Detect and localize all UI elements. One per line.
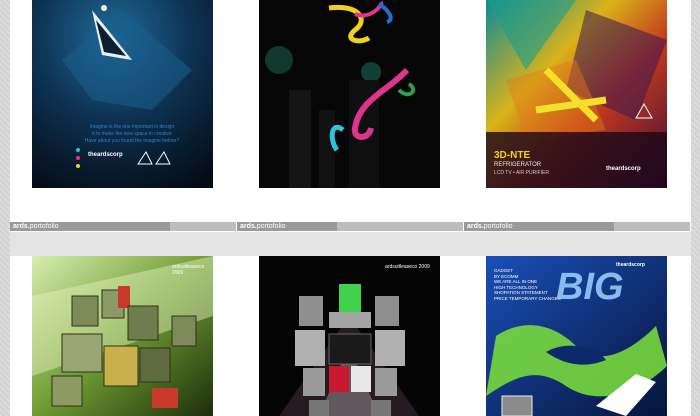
row-divider: [10, 232, 691, 256]
footer-brand: ards.: [240, 223, 257, 230]
portfolio-sheet: Imagine is the one important in design i…: [10, 0, 691, 416]
portfolio-footer: ards.portofolio: [464, 222, 690, 231]
poster-gadgets-robot-caption: ardsuitleaseco 2009: [385, 264, 430, 270]
poster-3dnte-subline: LCD TV • AIR PURIFIER: [494, 170, 550, 176]
footer-section: portofolio: [483, 223, 513, 230]
poster-big-headline: BIG: [556, 266, 624, 308]
poster-prism[interactable]: Imagine is the one important in design i…: [32, 0, 213, 188]
poster-gadgets-green[interactable]: ardsuitleaseco 2009: [32, 256, 213, 416]
portfolio-page: Imagine is the one important in design i…: [0, 0, 700, 416]
poster-big-logo: theardscorp: [616, 262, 645, 268]
footer-brand: ards.: [13, 223, 30, 230]
poster-3dnte-product: REFRIGERATOR: [494, 162, 542, 168]
portfolio-cell-1: Imagine is the one important in design i…: [10, 0, 236, 232]
footer-brand: ards.: [467, 223, 484, 230]
footer-section: portofolio: [256, 223, 286, 230]
portfolio-cell-5: ardsuitleaseco 2009: [237, 256, 463, 416]
poster-prism-art: [32, 0, 213, 188]
portfolio-cell-6: GADGET BY ECOMM WE ARE ALL IN ONE HIGH T…: [464, 256, 690, 416]
poster-swirls[interactable]: [259, 0, 440, 188]
poster-big[interactable]: GADGET BY ECOMM WE ARE ALL IN ONE HIGH T…: [486, 256, 667, 416]
footer-segment: [614, 222, 690, 231]
prism-mini-icon: [137, 151, 171, 165]
cyan-dot-icon: [76, 148, 80, 152]
footer-segment: [170, 222, 236, 231]
tagline-line: Imagine is the one important in design: [89, 124, 175, 130]
poster-3dnte-logo: theardscorp: [606, 166, 641, 172]
portfolio-cell-3: 3D-NTE REFRIGERATOR LCD TV • AIR PURIFIE…: [464, 0, 690, 232]
tagline-line: Have about you found the imagine before?: [84, 138, 180, 144]
poster-gadgets-green-art: [32, 256, 213, 416]
poster-big-copy: GADGET BY ECOMM WE ARE ALL IN ONE HIGH T…: [494, 268, 561, 301]
poster-3dnte-headline: 3D-NTE: [494, 150, 531, 161]
poster-3dnte[interactable]: 3D-NTE REFRIGERATOR LCD TV • AIR PURIFIE…: [486, 0, 667, 188]
poster-swirls-art: [259, 0, 440, 188]
portfolio-cell-2: ards.portofolio: [237, 0, 463, 232]
portfolio-footer: ards.portofolio: [10, 222, 236, 231]
poster-gadgets-robot-art: [259, 256, 440, 416]
magenta-dot-icon: [76, 156, 80, 160]
poster-gadgets-robot[interactable]: ardsuitleaseco 2009: [259, 256, 440, 416]
poster-prism-logo: theardscorp: [88, 152, 123, 158]
tagline-line: it to make the new space in creative: [92, 131, 172, 137]
footer-section: portofolio: [29, 223, 59, 230]
portfolio-cell-4: ardsuitleaseco 2009: [10, 256, 236, 416]
poster-prism-tagline: Imagine is the one important in design i…: [62, 124, 202, 145]
poster-gadgets-green-caption: ardsuitleaseco 2009: [172, 264, 205, 276]
poster-big-line: PRICE TEMPORARY CHANGES: [494, 295, 561, 301]
portfolio-footer: ards.portofolio: [237, 222, 463, 231]
yellow-dot-icon: [76, 164, 80, 168]
footer-segment: [337, 222, 463, 231]
